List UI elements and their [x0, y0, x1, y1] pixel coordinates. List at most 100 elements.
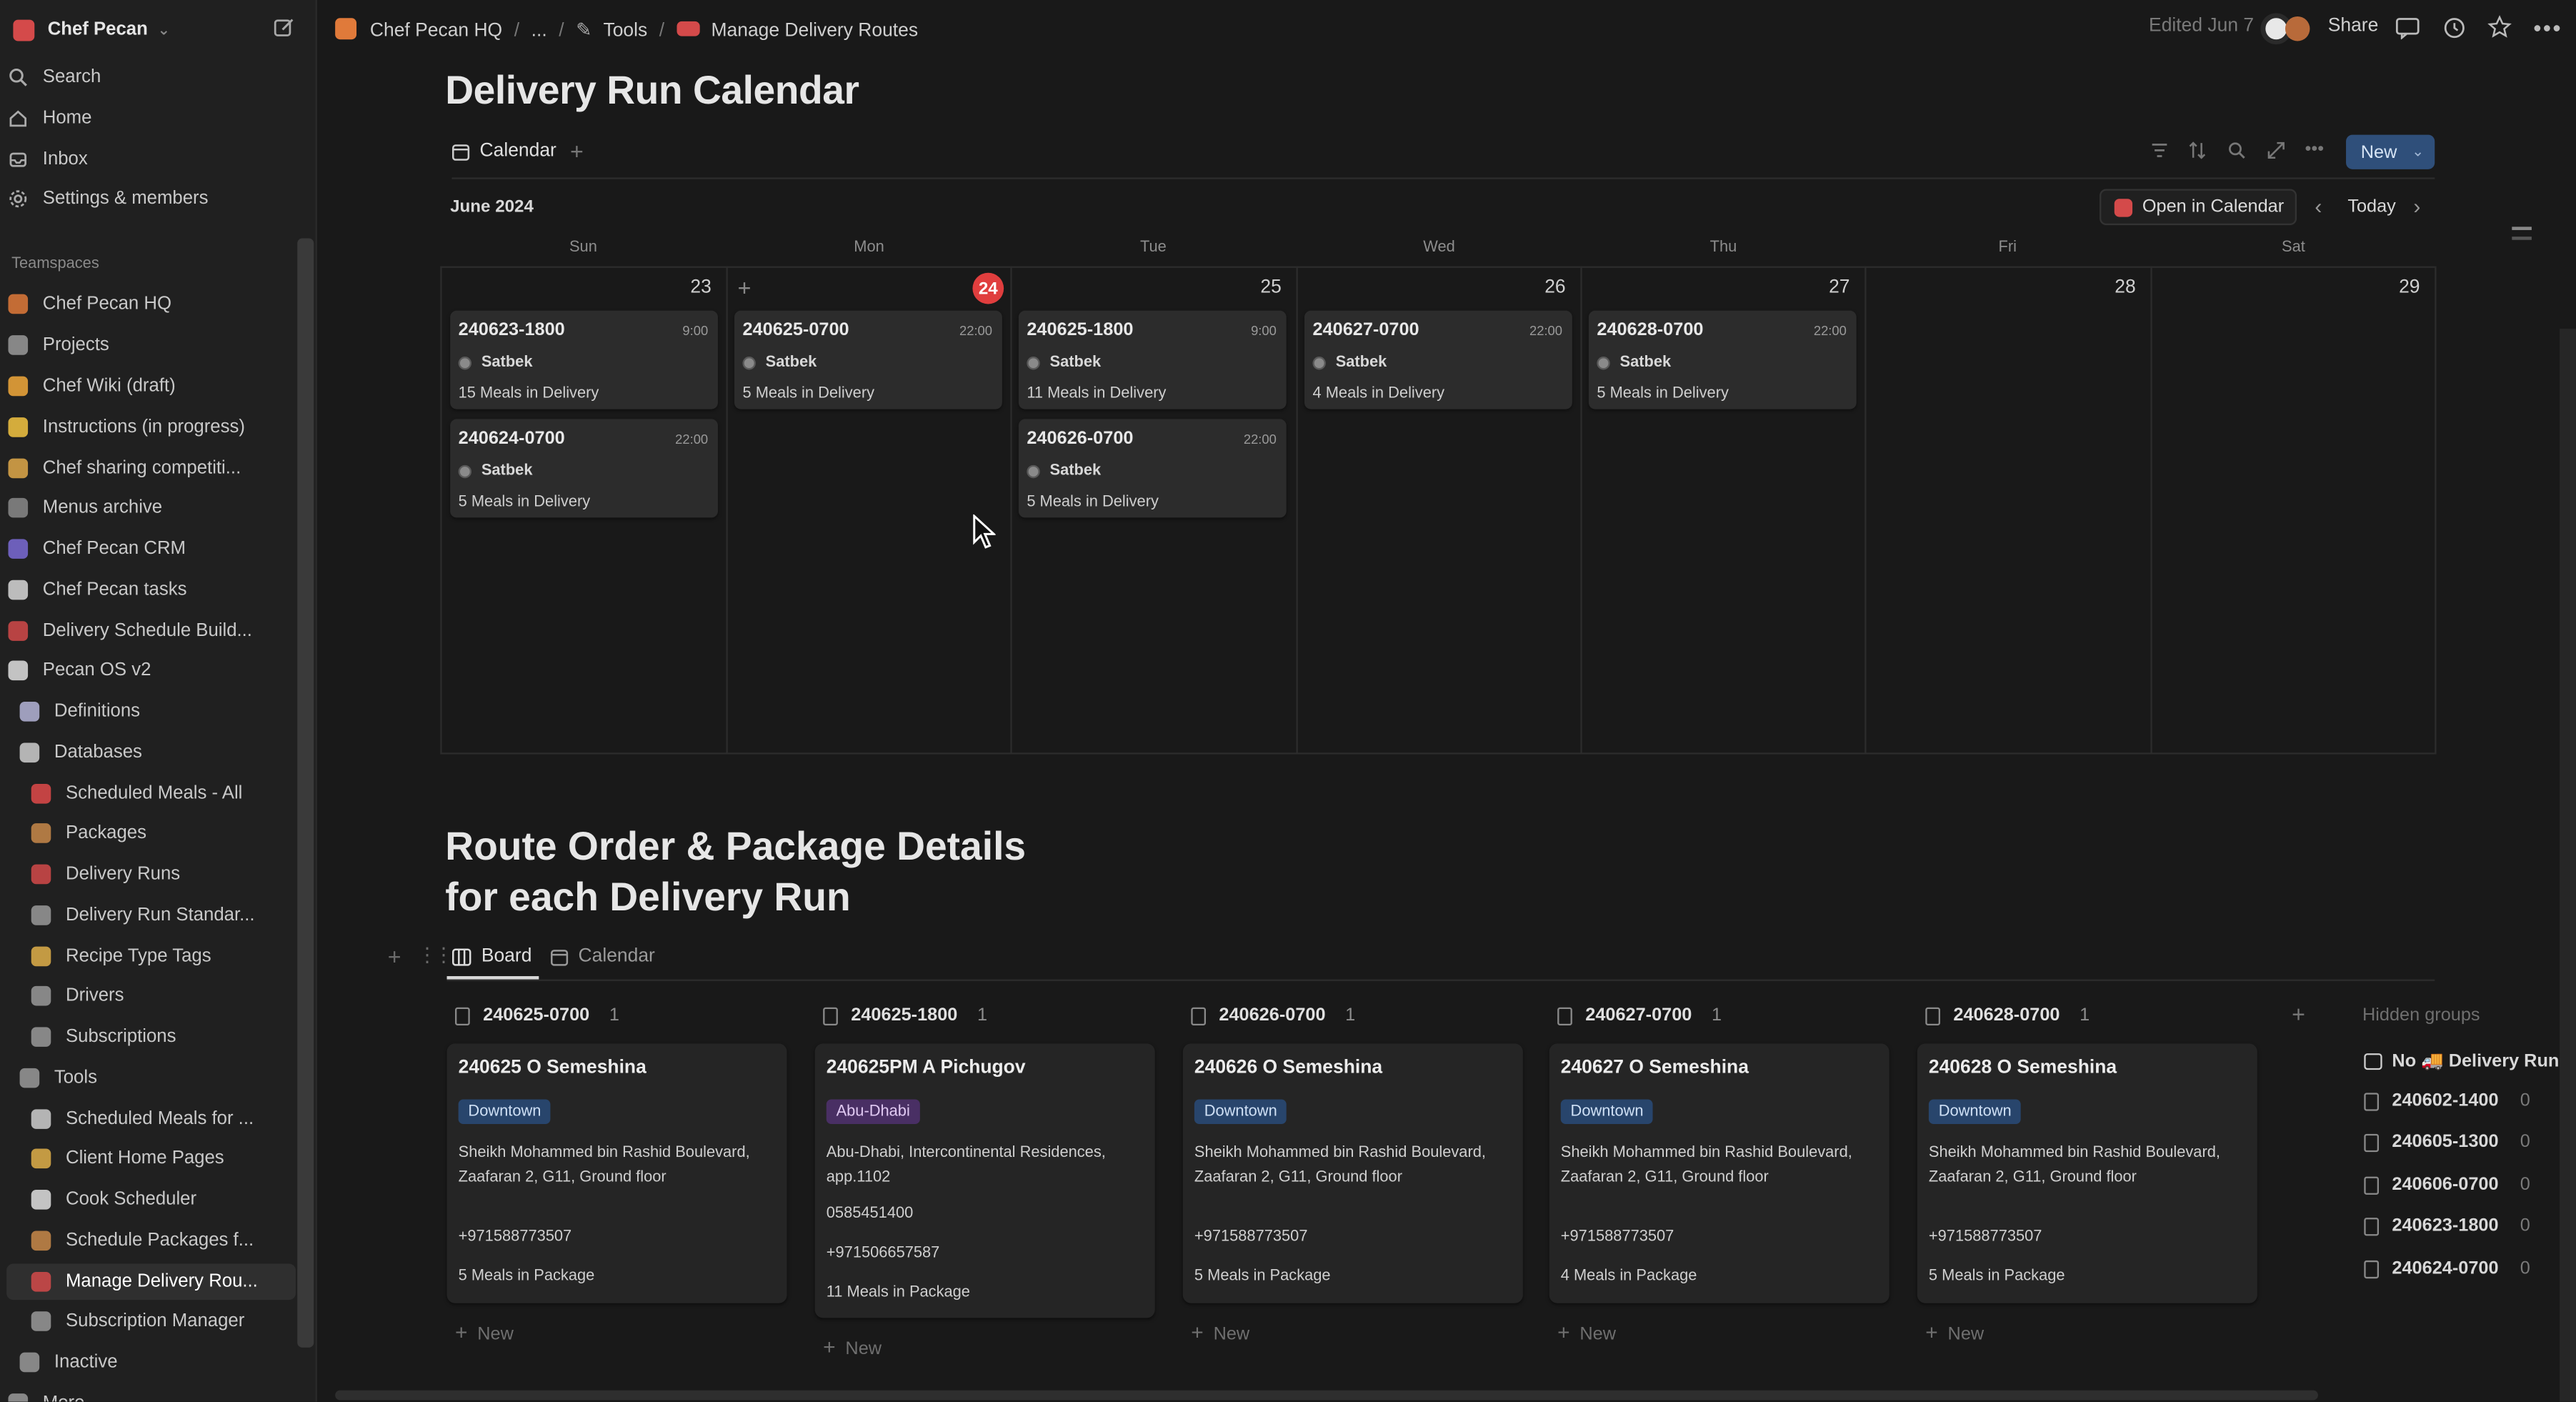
tab-board[interactable]: Board: [451, 947, 531, 966]
breadcrumb-item-current[interactable]: Manage Delivery Routes: [712, 21, 919, 41]
hidden-group-item[interactable]: 240605-1300 0: [2364, 1133, 2530, 1152]
board-column-header[interactable]: 240628-0700 1: [1925, 1005, 2090, 1025]
new-card-button[interactable]: + New: [823, 1334, 882, 1358]
chevron-down-icon[interactable]: ⌄: [2412, 143, 2424, 161]
sidebar-inbox[interactable]: Inbox: [6, 141, 296, 178]
sidebar-item-menus-archive[interactable]: Menus archive: [6, 489, 296, 526]
filter-icon[interactable]: [2150, 141, 2168, 159]
board-column-header[interactable]: 240625-0700 1: [455, 1005, 619, 1025]
sidebar-item-scheduled-meals-all[interactable]: Scheduled Meals - All: [29, 775, 315, 812]
sidebar-item-chef-pecan-hq[interactable]: Chef Pecan HQ: [6, 286, 296, 322]
add-block-icon[interactable]: +: [388, 943, 401, 970]
day-cell[interactable]: [2150, 266, 2435, 755]
chevron-left-icon[interactable]: ‹: [2315, 194, 2322, 218]
workspace-switcher[interactable]: Chef Pecan ⌄: [11, 11, 301, 48]
sidebar-item-recipe-type-tags[interactable]: Recipe Type Tags: [29, 938, 315, 975]
view-more-icon[interactable]: •••: [2305, 139, 2325, 159]
sidebar-item-more[interactable]: More: [6, 1386, 296, 1402]
calendar-event[interactable]: 240626-0700 22:00 Satbek 5 Meals in Deliver…: [1018, 419, 1287, 518]
sidebar-item-drivers[interactable]: Drivers: [29, 978, 315, 1014]
day-number[interactable]: 29: [2371, 278, 2420, 298]
board-card[interactable]: 240628 O Semeshina Downtown Sheikh Mohamme…: [1917, 1043, 2257, 1303]
sidebar-item-delivery-run-standar[interactable]: Delivery Run Standar...: [29, 898, 315, 934]
calendar-event[interactable]: 240623-1800 9:00 Satbek 15 Meals in Deliver…: [450, 310, 718, 409]
day-number[interactable]: 28: [2087, 278, 2135, 298]
breadcrumb-item-hq[interactable]: Chef Pecan HQ: [370, 21, 502, 41]
day-number[interactable]: 25: [1232, 278, 1281, 298]
sort-icon[interactable]: [2188, 141, 2206, 159]
add-view-icon[interactable]: +: [570, 138, 584, 164]
chevron-right-icon[interactable]: ›: [2413, 194, 2420, 218]
sidebar-item-delivery-runs[interactable]: Delivery Runs: [29, 856, 315, 893]
new-card-button[interactable]: + New: [455, 1320, 514, 1344]
board-card[interactable]: 240625PM A Pichugov Abu-Dhabi Abu-Dhabi, I…: [814, 1043, 1155, 1318]
sidebar-settings[interactable]: Settings & members: [6, 181, 296, 217]
sidebar-item-databases[interactable]: Databases: [18, 735, 307, 771]
add-event-icon[interactable]: +: [738, 274, 752, 301]
calendar-event[interactable]: 240625-1800 9:00 Satbek 11 Meals in Deliver…: [1018, 310, 1287, 409]
hidden-group-item[interactable]: No 🚚 Delivery Run: [2364, 1050, 2559, 1071]
sidebar-item-projects[interactable]: Projects: [6, 327, 296, 364]
today-button[interactable]: Today: [2347, 197, 2396, 217]
calendar-event[interactable]: 240625-0700 22:00 Satbek 5 Meals in Deliver…: [734, 310, 1002, 409]
sidebar-item-cook-scheduler[interactable]: Cook Scheduler: [29, 1182, 315, 1218]
board-card[interactable]: 240625 O Semeshina Downtown Sheikh Mohamme…: [446, 1043, 787, 1303]
horizontal-scrollbar[interactable]: [335, 1390, 2318, 1401]
sidebar-item-chef-sharing-competiti[interactable]: Chef sharing competiti...: [6, 450, 296, 487]
sidebar-item-definitions[interactable]: Definitions: [18, 693, 307, 730]
day-number[interactable]: 26: [1517, 278, 1565, 298]
sidebar-item-subscription-manager[interactable]: Subscription Manager: [29, 1303, 315, 1340]
sidebar-item-pecan-os-v2[interactable]: Pecan OS v2: [6, 652, 296, 689]
hidden-group-item[interactable]: 240606-0700 0: [2364, 1175, 2530, 1195]
hidden-group-item[interactable]: 240602-1400 0: [2364, 1091, 2530, 1111]
sidebar-item-manage-delivery-rou[interactable]: Manage Delivery Rou...: [6, 1263, 296, 1301]
sidebar-home[interactable]: Home: [6, 100, 296, 136]
sidebar-item-chef-pecan-crm[interactable]: Chef Pecan CRM: [6, 531, 296, 567]
new-page-icon[interactable]: [273, 16, 296, 39]
sidebar-scrollbar[interactable]: [297, 238, 314, 1348]
calendar-event[interactable]: 240628-0700 22:00 Satbek 5 Meals in Deliver…: [1588, 310, 1857, 409]
board-card[interactable]: 240627 O Semeshina Downtown Sheikh Mohamme…: [1549, 1043, 1889, 1303]
calendar-event[interactable]: 240627-0700 22:00 Satbek 4 Meals in Deliver…: [1304, 310, 1572, 409]
sidebar-item-tools[interactable]: Tools: [18, 1060, 307, 1096]
open-in-calendar-button[interactable]: Open in Calendar: [2100, 189, 2297, 226]
breadcrumb-item-ellipsis[interactable]: ...: [531, 21, 547, 41]
new-card-button[interactable]: + New: [1191, 1320, 1249, 1344]
avatar-secondary[interactable]: [2285, 16, 2310, 41]
sidebar-item-schedule-packages-f[interactable]: Schedule Packages f...: [29, 1223, 315, 1259]
day-number[interactable]: 23: [662, 278, 711, 298]
calendar-event[interactable]: 240624-0700 22:00 Satbek 5 Meals in Deliver…: [450, 419, 718, 518]
board-column-header[interactable]: 240626-0700 1: [1191, 1005, 1355, 1025]
sidebar-item-chef-pecan-tasks[interactable]: Chef Pecan tasks: [6, 572, 296, 608]
sidebar-item-instructions-in-progress[interactable]: Instructions (in progress): [6, 409, 296, 446]
breadcrumb-item-tools[interactable]: Tools: [603, 21, 647, 41]
tab-calendar-2[interactable]: Calendar: [550, 947, 655, 966]
comment-icon[interactable]: [2395, 16, 2420, 40]
hidden-group-item[interactable]: 240623-1800 0: [2364, 1216, 2530, 1236]
board-card[interactable]: 240626 O Semeshina Downtown Sheikh Mohamme…: [1182, 1043, 1523, 1303]
board-column-header[interactable]: 240627-0700 1: [1557, 1005, 1722, 1025]
history-icon[interactable]: [2443, 16, 2466, 39]
add-group-icon[interactable]: +: [2292, 1001, 2305, 1028]
new-card-button[interactable]: + New: [1925, 1320, 1984, 1344]
sidebar-item-scheduled-meals-for[interactable]: Scheduled Meals for ...: [29, 1101, 315, 1138]
day-cell[interactable]: [1864, 266, 2151, 755]
sidebar-search[interactable]: Search: [6, 59, 296, 96]
board-column-header[interactable]: 240625-1800 1: [823, 1005, 987, 1025]
drag-handle-icon[interactable]: ⋮⋮: [417, 943, 454, 966]
share-button[interactable]: Share: [2328, 16, 2379, 36]
sidebar-item-chef-wiki-draft[interactable]: Chef Wiki (draft): [6, 368, 296, 404]
hidden-group-item[interactable]: 240624-0700 0: [2364, 1259, 2530, 1278]
tab-calendar[interactable]: Calendar: [451, 141, 556, 161]
new-button[interactable]: New ⌄: [2346, 134, 2435, 169]
outline-toggle-icon[interactable]: [2512, 227, 2532, 230]
day-number[interactable]: 27: [1801, 278, 1849, 298]
star-icon[interactable]: [2487, 15, 2512, 39]
sidebar-item-subscriptions[interactable]: Subscriptions: [29, 1019, 315, 1055]
expand-icon[interactable]: [2267, 141, 2285, 159]
page-scrollbar[interactable]: [2559, 328, 2576, 1402]
sidebar-item-packages[interactable]: Packages: [29, 815, 315, 852]
more-icon[interactable]: •••: [2533, 15, 2562, 41]
sidebar-item-client-home-pages[interactable]: Client Home Pages: [29, 1140, 315, 1177]
sidebar-item-delivery-schedule-build[interactable]: Delivery Schedule Build...: [6, 613, 296, 650]
